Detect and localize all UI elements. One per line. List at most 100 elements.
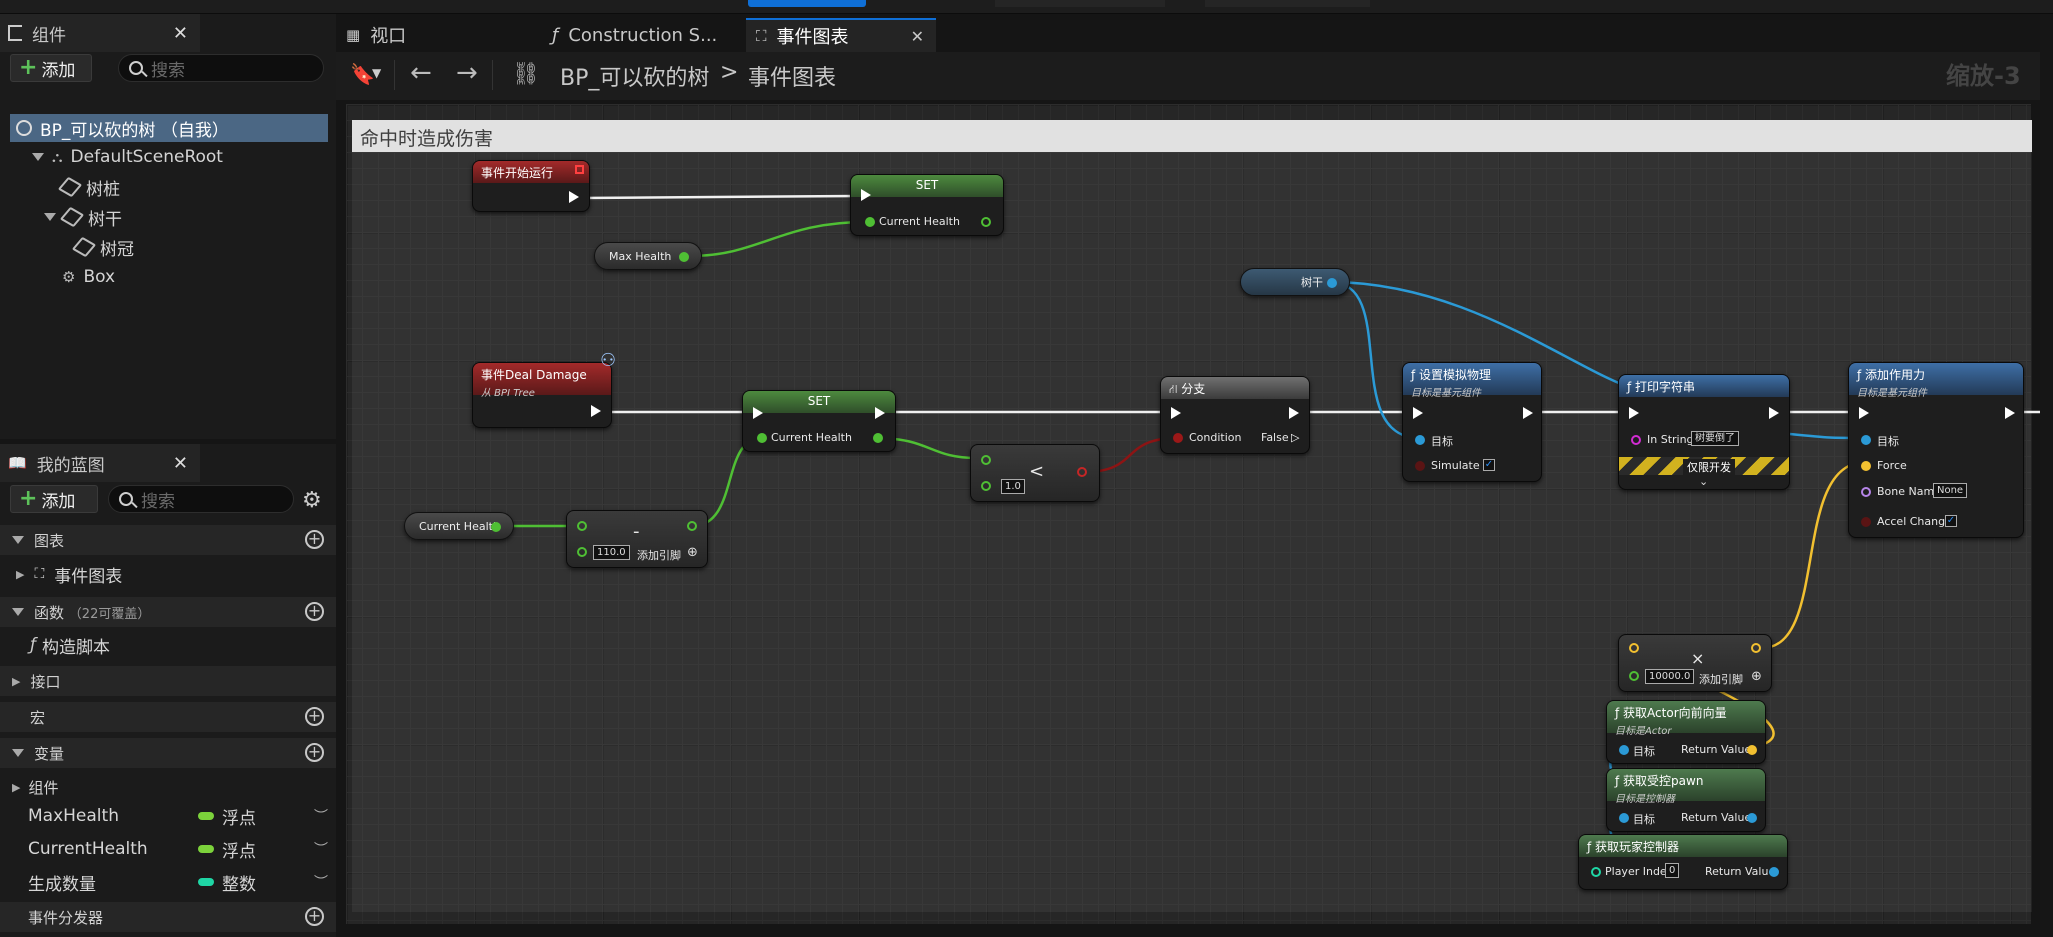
node-get-trunk[interactable]: 树干 [1240, 268, 1350, 296]
tree-item-box[interactable]: ⚙ Box [62, 263, 115, 291]
node-set-current-health-mid[interactable]: SET Current Health [742, 390, 896, 452]
tree-item-crown[interactable]: 树冠 [71, 233, 134, 261]
exec-true-pin[interactable] [1289, 407, 1299, 419]
float-out-pin[interactable] [873, 433, 883, 443]
add-pin-button[interactable]: 添加引脚 [637, 547, 681, 563]
float-out-pin[interactable] [491, 522, 501, 532]
close-icon[interactable]: ✕ [173, 453, 188, 474]
exec-in-pin[interactable] [1413, 407, 1423, 419]
object-in-pin[interactable] [1619, 745, 1629, 755]
add-component-button[interactable]: + 添加 [10, 54, 92, 82]
visibility-eye-icon[interactable]: ︶ [314, 839, 328, 859]
exec-out-pin[interactable] [2005, 407, 2015, 419]
variable-row[interactable]: 生成数量 整数 ︶ [0, 868, 336, 896]
tab-construction-script[interactable]: ƒ Construction S... [542, 18, 752, 52]
tree-item-defaultsceneroot[interactable]: ⛬ DefaultSceneRoot [32, 143, 223, 171]
node-set-current-health-top[interactable]: SET Current Health [850, 174, 1004, 236]
simulate-checkbox[interactable]: ✓ [1483, 459, 1495, 471]
float-out-pin[interactable] [981, 217, 991, 227]
float-in-pin[interactable] [757, 433, 767, 443]
float-out-pin[interactable] [687, 521, 697, 531]
exec-false-pin[interactable]: ▷ [1291, 431, 1299, 444]
float-in-pin[interactable] [865, 217, 875, 227]
visibility-eye-icon[interactable]: ︶ [314, 806, 328, 826]
tree-item-self[interactable]: BP_可以砍的树 （自我） [16, 114, 229, 142]
object-in-pin[interactable] [1861, 435, 1871, 445]
expand-arrow-icon[interactable]: ▶ [12, 781, 20, 794]
exec-in-pin[interactable] [1859, 407, 1869, 419]
object-out-pin[interactable] [1747, 813, 1757, 823]
component-search-input[interactable]: 搜索 [118, 54, 324, 82]
comment-box-title[interactable]: 命中时造成伤害 [352, 120, 2032, 152]
exec-in-pin[interactable] [1171, 407, 1181, 419]
exec-in-pin[interactable] [753, 407, 763, 419]
collapse-arrow-icon[interactable] [12, 608, 24, 616]
vector-out-pin[interactable] [1751, 643, 1761, 653]
vector-out-pin[interactable] [1747, 745, 1757, 755]
hierarchy-icon[interactable]: ⛓ [512, 62, 540, 87]
forward-arrow-icon[interactable]: → [456, 58, 478, 88]
add-function-icon[interactable]: + [305, 602, 324, 621]
tree-item-stump[interactable]: 树桩 [57, 173, 120, 201]
add-member-button[interactable]: + 添加 [10, 485, 98, 513]
exec-out-pin[interactable] [875, 407, 885, 419]
float-in-pin[interactable] [981, 455, 991, 465]
add-pin-icon[interactable]: ⊕ [687, 545, 698, 560]
expand-arrow-icon[interactable]: ▶ [12, 675, 20, 688]
exec-out-pin[interactable] [1523, 407, 1533, 419]
exec-out-pin[interactable] [1769, 407, 1779, 419]
node-get-actor-forward-vector[interactable]: ƒ 获取Actor向前向量 目标是Actor 目标 Return Value [1606, 700, 1766, 764]
node-get-max-health[interactable]: Max Health [594, 242, 702, 270]
tab-event-graph[interactable]: ⛶ 事件图表 ✕ [746, 18, 936, 52]
string-value-field[interactable]: 树要倒了 [1691, 431, 1739, 446]
section-event-dispatchers[interactable]: 事件分发器 + [0, 902, 336, 932]
float-in-pin[interactable] [577, 547, 587, 557]
node-begin-play[interactable]: 事件开始运行 [472, 160, 590, 212]
add-pin-button[interactable]: 添加引脚 [1699, 671, 1743, 687]
expand-arrow-icon[interactable] [44, 213, 56, 221]
exec-in-pin[interactable] [861, 189, 871, 201]
back-arrow-icon[interactable]: ← [410, 58, 432, 88]
object-out-pin[interactable] [1327, 278, 1337, 288]
event-delegate-icon[interactable] [575, 165, 584, 174]
expand-arrow-icon[interactable]: ▶ [16, 568, 24, 581]
node-branch[interactable]: ⛙ 分支 Condition False ▷ [1160, 376, 1310, 454]
add-graph-icon[interactable]: + [305, 530, 324, 549]
node-add-force[interactable]: ƒ 添加作用力 目标是基元组件 目标 Force Bone Name None … [1848, 362, 2024, 538]
variable-row[interactable]: MaxHealth 浮点 ︶ [0, 802, 336, 830]
chevron-down-icon[interactable]: ▼ [372, 66, 381, 80]
variable-category-components[interactable]: ▶ 组件 [0, 773, 336, 801]
components-tab[interactable]: 组件 ✕ [0, 14, 200, 52]
object-out-pin[interactable] [1769, 867, 1779, 877]
active-mode-indicator[interactable] [748, 0, 866, 7]
visibility-eye-icon[interactable]: ︶ [314, 872, 328, 892]
add-dispatcher-icon[interactable]: + [305, 907, 324, 926]
section-macros[interactable]: 宏 + [0, 702, 336, 732]
variable-row[interactable]: CurrentHealth 浮点 ︶ [0, 835, 336, 863]
node-print-string[interactable]: ƒ 打印字符串 In String 树要倒了 仅限开发 ⌄ [1618, 374, 1790, 490]
bool-in-pin[interactable] [1173, 433, 1183, 443]
value-field[interactable]: 110.0 [593, 545, 630, 560]
object-in-pin[interactable] [1619, 813, 1629, 823]
section-graphs[interactable]: 图表 + [0, 525, 336, 555]
vector-in-pin[interactable] [1861, 461, 1871, 471]
node-get-current-health[interactable]: Current Health [404, 512, 514, 540]
node-set-simulate-physics[interactable]: ƒ 设置模拟物理 目标是基元组件 目标 Simulate ✓ [1402, 362, 1542, 482]
node-get-player-controller[interactable]: ƒ 获取玩家控制器 Player Index 0 Return Value [1578, 834, 1788, 890]
float-in-pin[interactable] [577, 521, 587, 531]
add-variable-icon[interactable]: + [305, 743, 324, 762]
exec-in-pin[interactable] [1629, 407, 1639, 419]
vector-in-pin[interactable] [1629, 643, 1639, 653]
node-less-than[interactable]: < 1.0 [970, 444, 1100, 502]
graph-item-event-graph[interactable]: ▶ ⛶ 事件图表 [0, 560, 336, 588]
float-in-pin[interactable] [981, 481, 991, 491]
exec-out-pin[interactable] [983, 189, 993, 201]
exec-out-pin[interactable] [569, 191, 579, 203]
add-macro-icon[interactable]: + [305, 707, 324, 726]
collapse-arrow-icon[interactable] [12, 749, 24, 757]
my-blueprint-tab[interactable]: 📖 我的蓝图 ✕ [0, 444, 200, 482]
bone-name-field[interactable]: None [1933, 483, 1968, 498]
float-in-pin[interactable] [1629, 671, 1639, 681]
value-field[interactable]: 10000.0 [1645, 669, 1695, 684]
bool-out-pin[interactable] [1077, 467, 1087, 477]
